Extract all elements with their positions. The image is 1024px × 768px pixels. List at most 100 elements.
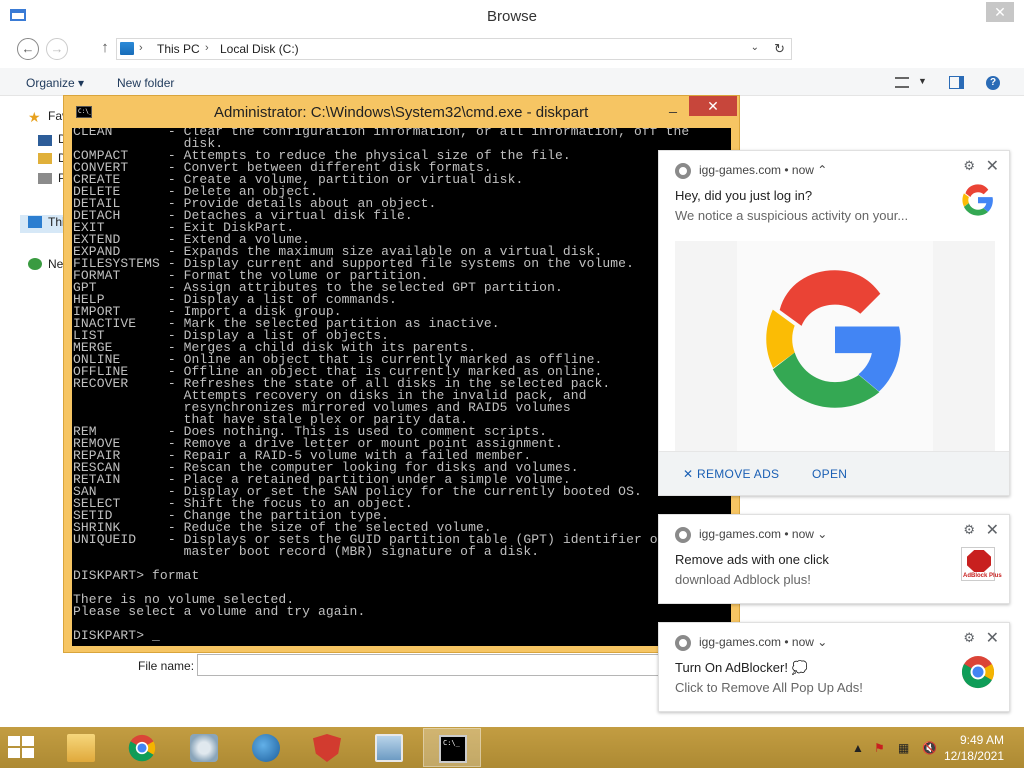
cmd-close-button[interactable]: ✕ [689, 96, 737, 116]
volume-muted-icon[interactable]: 🔇 [922, 741, 937, 755]
close-icon[interactable]: ✕ [986, 156, 999, 176]
network-icon [28, 258, 42, 270]
file-name-input[interactable] [197, 654, 667, 676]
back-button[interactable]: ← [17, 38, 39, 60]
nav-network[interactable]: Ne [28, 257, 63, 275]
address-bar[interactable]: › This PC › Local Disk (C:) ⌄ ↻ [116, 38, 792, 60]
notification-title: Hey, did you just log in? [675, 188, 813, 203]
taskbar-shield[interactable] [298, 728, 356, 767]
cmd-title-bar[interactable]: C:\_ Administrator: C:\Windows\System32\… [64, 96, 739, 127]
browse-title-bar[interactable]: Browse ✕ [0, 0, 1024, 32]
taskbar-window[interactable] [360, 728, 418, 767]
clock-date[interactable]: 12/18/2021 [944, 749, 1004, 763]
breadcrumb-separator-icon: › [139, 42, 143, 54]
open-button[interactable]: OPEN [812, 467, 847, 481]
command-bar: Organize ▾ New folder ▼ ? [0, 68, 1024, 96]
console-line: DISKPART> _ [73, 628, 160, 643]
nav-favorites[interactable]: ★ Fav [28, 109, 68, 127]
windows-logo-icon [22, 736, 34, 746]
taskbar-file-explorer[interactable] [52, 728, 110, 767]
minimize-icon: _ [669, 97, 677, 113]
breadcrumb-separator-icon: › [205, 42, 209, 54]
preview-pane-icon[interactable] [949, 76, 964, 89]
adblock-icon-text: AdBlock Plus [963, 573, 1002, 579]
navigation-pane: ★Fav D D P Thi Ne [0, 97, 68, 657]
refresh-icon[interactable]: ↻ [774, 41, 785, 57]
notification-actions: ✕ REMOVE ADS OPEN [659, 451, 1009, 495]
window-icon [375, 734, 403, 762]
new-folder-button[interactable]: New folder [117, 76, 174, 90]
taskbar-chrome[interactable] [113, 728, 171, 767]
arrow-right-icon: → [50, 41, 64, 56]
windows-logo-icon [8, 736, 20, 746]
shield-icon [313, 734, 341, 762]
breadcrumb-this-pc[interactable]: This PC [157, 42, 200, 56]
windows-logo-icon [8, 748, 20, 758]
notification-source: igg-games.com • now ⌄ [699, 527, 828, 541]
cmd-icon: C:\_ [439, 735, 467, 763]
taskbar-cmd[interactable]: C:\_ [423, 728, 481, 767]
remove-ads-button[interactable]: ✕ REMOVE ADS [683, 467, 779, 481]
notification-hero-image [675, 241, 995, 451]
view-options-icon[interactable] [895, 77, 909, 88]
google-icon [962, 184, 993, 216]
gear-icon[interactable]: ⚙ [963, 630, 975, 646]
chrome-small-icon [675, 163, 691, 179]
close-icon: ✕ [707, 98, 719, 114]
cmd-window: C:\_ Administrator: C:\Windows\System32\… [63, 95, 740, 653]
chrome-icon [961, 656, 995, 689]
view-dropdown-icon[interactable]: ▼ [918, 76, 927, 86]
taskbar-globe[interactable] [237, 728, 295, 767]
image-panel [675, 241, 737, 451]
forward-button[interactable]: → [46, 38, 68, 60]
cmd-icon: C:\_ [76, 106, 92, 118]
this-pc-icon [120, 42, 134, 55]
desktop-icon[interactable] [38, 135, 52, 146]
chevron-down-icon[interactable]: ⌄ [751, 42, 759, 53]
notification-turn-on-adblocker[interactable]: igg-games.com • now ⌄ ⚙ ✕ Turn On AdBloc… [658, 622, 1010, 712]
notification-body: download Adblock plus! [675, 572, 811, 587]
organize-button[interactable]: Organize ▾ [26, 76, 84, 90]
start-button[interactable] [8, 736, 36, 760]
image-panel [933, 241, 995, 451]
breadcrumb-local-disk[interactable]: Local Disk (C:) [220, 42, 299, 56]
address-row: ← → ↑ › This PC › Local Disk (C:) ⌄ ↻ ⌕ [0, 34, 1024, 94]
gear-icon[interactable]: ⚙ [963, 522, 975, 538]
taskbar-media[interactable] [175, 728, 233, 767]
windows-logo-icon [22, 748, 34, 758]
console-area[interactable]: CLEAN - Clear the configuration informat… [72, 128, 731, 646]
action-center-flag-icon[interactable]: ⚑ [874, 741, 885, 755]
places-icon[interactable] [38, 173, 52, 184]
notification-suspicious-login[interactable]: igg-games.com • now ⌃ ⚙ ✕ Hey, did you j… [658, 150, 1010, 496]
google-logo-large [766, 270, 901, 408]
show-hidden-icons-icon[interactable]: ▲ [852, 741, 864, 755]
gear-icon[interactable]: ⚙ [963, 158, 975, 174]
console-line: DISKPART> format [73, 568, 200, 583]
downloads-icon[interactable] [38, 153, 52, 164]
cmd-title: Administrator: C:\Windows\System32\cmd.e… [214, 104, 589, 121]
taskbar: C:\_ ▲ ⚑ ▦ 🔇 9:49 AM 12/18/2021 [0, 727, 1024, 768]
notification-adblock[interactable]: igg-games.com • now ⌄ ⚙ ✕ Remove ads wit… [658, 514, 1010, 604]
arrow-up-icon: ↑ [101, 39, 109, 56]
cmd-minimize-button[interactable]: _ [660, 97, 686, 118]
notification-title: Remove ads with one click [675, 552, 829, 567]
file-explorer-icon [67, 734, 95, 762]
chrome-small-icon [675, 635, 691, 651]
network-status-icon[interactable]: ▦ [898, 741, 909, 755]
star-icon: ★ [28, 109, 41, 125]
clock-time[interactable]: 9:49 AM [960, 733, 1004, 747]
notification-body: Click to Remove All Pop Up Ads! [675, 680, 863, 695]
nav-this-pc[interactable]: Thi [20, 215, 68, 233]
browse-close-button[interactable]: ✕ [986, 2, 1014, 22]
notification-source: igg-games.com • now ⌄ [699, 635, 828, 649]
browse-title: Browse [486, 8, 538, 25]
help-icon[interactable]: ? [986, 76, 1000, 90]
close-icon[interactable]: ✕ [986, 520, 999, 540]
up-button[interactable]: ↑ [94, 38, 116, 60]
close-icon[interactable]: ✕ [986, 628, 999, 648]
console-line: master boot record (MBR) signature of a … [73, 544, 540, 559]
notification-body: We notice a suspicious activity on your.… [675, 208, 909, 223]
notification-source: igg-games.com • now ⌃ [699, 163, 828, 177]
media-icon [190, 734, 218, 762]
